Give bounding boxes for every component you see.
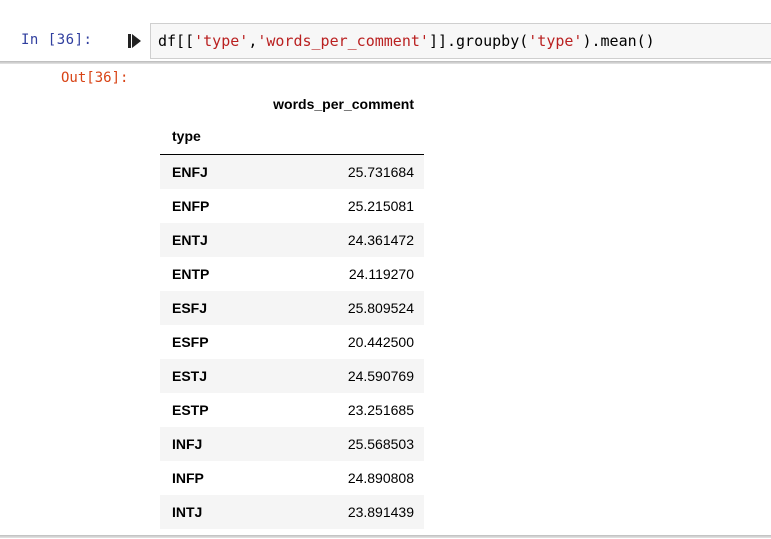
blank-corner bbox=[160, 90, 230, 118]
row-value: 25.568503 bbox=[347, 436, 414, 452]
code-text: ]].groupby( bbox=[428, 32, 529, 50]
row-value: 24.361472 bbox=[347, 232, 414, 248]
row-value: 24.590769 bbox=[347, 368, 414, 384]
row-value: 25.731684 bbox=[347, 164, 414, 180]
blank-header-cell bbox=[230, 118, 424, 155]
code-string: 'type' bbox=[194, 32, 249, 50]
index-name: type bbox=[160, 118, 230, 155]
row-value: 20.442500 bbox=[347, 334, 414, 350]
code-line[interactable]: df[['type','words_per_comment']].groupby… bbox=[158, 32, 655, 50]
row-index: ESTP bbox=[172, 402, 209, 418]
row-index: ENFP bbox=[172, 198, 210, 214]
row-value: 24.890808 bbox=[347, 470, 414, 486]
row-index: INFP bbox=[172, 470, 204, 486]
code-text: ).mean() bbox=[582, 32, 655, 50]
input-prompt: In [36]: bbox=[21, 32, 93, 48]
row-index: ENTP bbox=[172, 266, 210, 282]
output-prompt: Out[36]: bbox=[61, 70, 129, 86]
row-index: ESFJ bbox=[172, 300, 208, 316]
table-row: INTJ 23.891439 bbox=[160, 495, 424, 529]
dataframe-table: words_per_comment type ENFJ 25.731684 ENFP… bbox=[160, 90, 424, 529]
code-string: 'words_per_comment' bbox=[257, 32, 429, 50]
row-value: 24.119270 bbox=[348, 266, 414, 282]
code-string: 'type' bbox=[528, 32, 583, 50]
table-row: ENFJ 25.731684 bbox=[160, 154, 424, 189]
code-text: , bbox=[248, 32, 258, 50]
bottom-divider bbox=[0, 535, 771, 538]
table-row: ENTP 24.119270 bbox=[160, 257, 424, 291]
row-value: 25.809524 bbox=[347, 300, 414, 316]
row-index: INTJ bbox=[172, 504, 203, 520]
row-index: ESFP bbox=[172, 334, 209, 350]
column-header: words_per_comment bbox=[273, 96, 414, 112]
code-text: df[[ bbox=[158, 32, 195, 50]
table-row: INFJ 25.568503 bbox=[160, 427, 424, 461]
row-index: ENFJ bbox=[172, 164, 208, 180]
run-cell-icon[interactable] bbox=[128, 33, 142, 49]
row-value: 23.891439 bbox=[347, 504, 414, 520]
row-index: INFJ bbox=[172, 436, 203, 452]
row-index: ENTJ bbox=[172, 232, 208, 248]
row-value: 25.215081 bbox=[347, 198, 414, 214]
table-row: ESFP 20.442500 bbox=[160, 325, 424, 359]
row-index: ESTJ bbox=[172, 368, 208, 384]
table-body: ENFJ 25.731684 ENFP 25.215081 ENTJ 24.361472 E… bbox=[160, 154, 424, 529]
cell-divider bbox=[0, 61, 771, 64]
table-row: INFP 24.890808 bbox=[160, 461, 424, 495]
table-row: ESTJ 24.590769 bbox=[160, 359, 424, 393]
table-row: ENFP 25.215081 bbox=[160, 189, 424, 223]
table-row: ESTP 23.251685 bbox=[160, 393, 424, 427]
row-value: 23.251685 bbox=[347, 402, 414, 418]
table-row: ESFJ 25.809524 bbox=[160, 291, 424, 325]
table-row: ENTJ 24.361472 bbox=[160, 223, 424, 257]
